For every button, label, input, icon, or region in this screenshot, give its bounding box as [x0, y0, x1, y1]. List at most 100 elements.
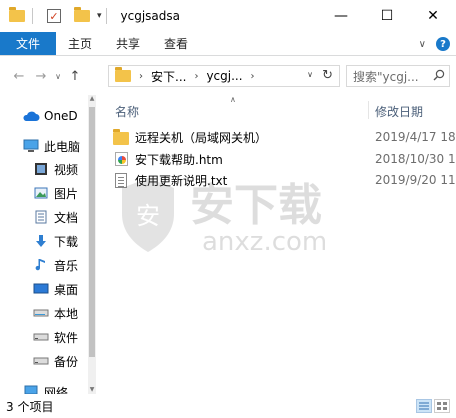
nav-item-pictures[interactable]: 图片 [0, 182, 88, 204]
view-switcher [416, 399, 450, 413]
download-icon [32, 233, 50, 249]
cloud-icon [22, 108, 40, 124]
document-icon [32, 209, 50, 225]
file-row[interactable]: 远程关机（局域网关机） 2019/4/17 18 [113, 127, 456, 147]
chevron-right-icon[interactable]: › [194, 71, 198, 82]
chevron-right-icon[interactable]: › [139, 71, 143, 82]
tab-home[interactable]: 主页 [56, 32, 104, 55]
nav-item-label: 此电脑 [44, 139, 81, 154]
scroll-up-icon[interactable]: ▲ [88, 95, 96, 103]
ribbon-controls: ∨ ? [419, 32, 450, 56]
expand-ribbon-icon[interactable]: ∨ [419, 39, 426, 50]
tab-share[interactable]: 共享 [104, 32, 152, 55]
nav-item-label: 本地 [54, 306, 79, 321]
network-icon [22, 384, 40, 394]
nav-item-label: 软件 [54, 330, 79, 345]
nav-item-downloads[interactable]: 下载 [0, 230, 88, 252]
nav-item-desktop[interactable]: 桌面 [0, 278, 88, 300]
nav-item-label: 桌面 [54, 282, 79, 297]
window-title: ycgjsadsa [120, 9, 181, 23]
drive-icon [32, 353, 50, 369]
new-folder-icon[interactable] [71, 5, 93, 27]
scrollbar-thumb[interactable] [89, 107, 95, 357]
folder-icon [115, 67, 131, 82]
computer-icon [22, 138, 40, 154]
scroll-down-icon[interactable]: ▼ [88, 386, 96, 394]
window-controls: — ☐ ✕ [318, 0, 456, 32]
chevron-down-icon[interactable]: ∨ [307, 70, 313, 79]
recent-locations-icon[interactable]: ∨ [52, 72, 64, 81]
desktop-icon [32, 281, 50, 297]
tab-file[interactable]: 文件 [0, 32, 56, 55]
drive-icon [32, 329, 50, 345]
music-icon [32, 257, 50, 273]
search-box[interactable]: 搜索"ycgj... [346, 65, 450, 87]
txt-file-icon [113, 172, 129, 188]
title-bar: ✓ ▾ ycgjsadsa — ☐ ✕ [0, 0, 456, 32]
file-row[interactable]: 使用更新说明.txt 2019/9/20 11 [113, 170, 456, 190]
properties-icon[interactable]: ✓ [43, 5, 65, 27]
nav-item-label: 音乐 [54, 258, 79, 273]
nav-item-label: 图片 [54, 186, 79, 201]
divider [105, 8, 107, 24]
large-icons-view-icon[interactable] [434, 399, 450, 413]
folder-icon [113, 128, 129, 145]
file-name: 使用更新说明.txt [135, 173, 228, 188]
nav-item-this-pc[interactable]: 此电脑 [0, 135, 88, 157]
navigation-pane: OneD 此电脑 视频 图片 文档 下载 音乐 桌面 本地 软件 备份 网络 [0, 95, 96, 394]
nav-item-backup-disk[interactable]: 备份 [0, 350, 88, 372]
file-row[interactable]: 安下载帮助.htm 2018/10/30 18 [113, 149, 456, 169]
breadcrumb-segment[interactable]: ycgj... [206, 69, 242, 83]
nav-item-network[interactable]: 网络 [0, 381, 88, 394]
file-list: ∧ 名称 修改日期 远程关机（局域网关机） 2019/4/17 18 安下载帮助… [97, 95, 456, 394]
file-name: 安下载帮助.htm [135, 152, 223, 167]
sort-indicator-icon: ∧ [230, 95, 236, 104]
close-button[interactable]: ✕ [410, 0, 456, 32]
breadcrumb-segment[interactable]: 安下... [151, 68, 186, 85]
divider [32, 8, 33, 24]
nav-item-label: 视频 [54, 162, 79, 177]
help-icon[interactable]: ? [436, 37, 450, 51]
nav-item-videos[interactable]: 视频 [0, 158, 88, 180]
nav-item-onedrive[interactable]: OneD [0, 105, 88, 127]
file-date: 2018/10/30 18 [375, 152, 456, 166]
nav-item-local-disk[interactable]: 本地 [0, 302, 88, 324]
search-icon[interactable] [433, 69, 445, 81]
address-row: ← → ∨ ↑ › 安下... › ycgj... › ∨ ↻ 搜索"ycgj.… [0, 57, 456, 95]
nav-item-software-disk[interactable]: 软件 [0, 326, 88, 348]
picture-icon [32, 185, 50, 201]
refresh-icon[interactable]: ↻ [322, 68, 333, 83]
column-header-modified[interactable]: 修改日期 [375, 103, 423, 120]
nav-item-label: 文档 [54, 210, 79, 225]
nav-scrollbar[interactable]: ▲ ▼ [88, 95, 96, 394]
quick-access-dropdown-icon[interactable]: ▾ [97, 11, 102, 21]
file-date: 2019/9/20 11 [375, 173, 456, 187]
folder-icon[interactable] [6, 5, 28, 27]
nav-item-label: OneD [44, 109, 78, 123]
nav-item-label: 备份 [54, 354, 79, 369]
address-bar[interactable]: › 安下... › ycgj... › ∨ ↻ [108, 65, 340, 87]
maximize-button[interactable]: ☐ [364, 0, 410, 32]
drive-icon [32, 305, 50, 321]
column-divider[interactable] [368, 101, 369, 119]
up-arrow-icon[interactable]: ↑ [64, 65, 86, 87]
search-input[interactable]: 搜索"ycgj... [347, 68, 431, 85]
column-header-name[interactable]: 名称 [115, 103, 139, 120]
file-date: 2019/4/17 18 [375, 130, 456, 144]
htm-file-icon [113, 151, 129, 167]
status-bar: 3 个项目 [0, 394, 456, 418]
nav-item-label: 网络 [44, 385, 69, 395]
nav-item-music[interactable]: 音乐 [0, 254, 88, 276]
tab-view[interactable]: 查看 [152, 32, 200, 55]
video-icon [32, 161, 50, 177]
ribbon-tabs: 文件 主页 共享 查看 ∨ ? [0, 32, 456, 56]
nav-item-documents[interactable]: 文档 [0, 206, 88, 228]
forward-arrow-icon[interactable]: → [30, 65, 52, 87]
nav-item-label: 下载 [54, 234, 79, 249]
item-count: 3 个项目 [6, 399, 54, 414]
back-arrow-icon[interactable]: ← [8, 65, 30, 87]
minimize-button[interactable]: — [318, 0, 364, 32]
chevron-right-icon[interactable]: › [251, 71, 255, 82]
details-view-icon[interactable] [416, 399, 432, 413]
file-name: 远程关机（局域网关机） [135, 130, 268, 145]
